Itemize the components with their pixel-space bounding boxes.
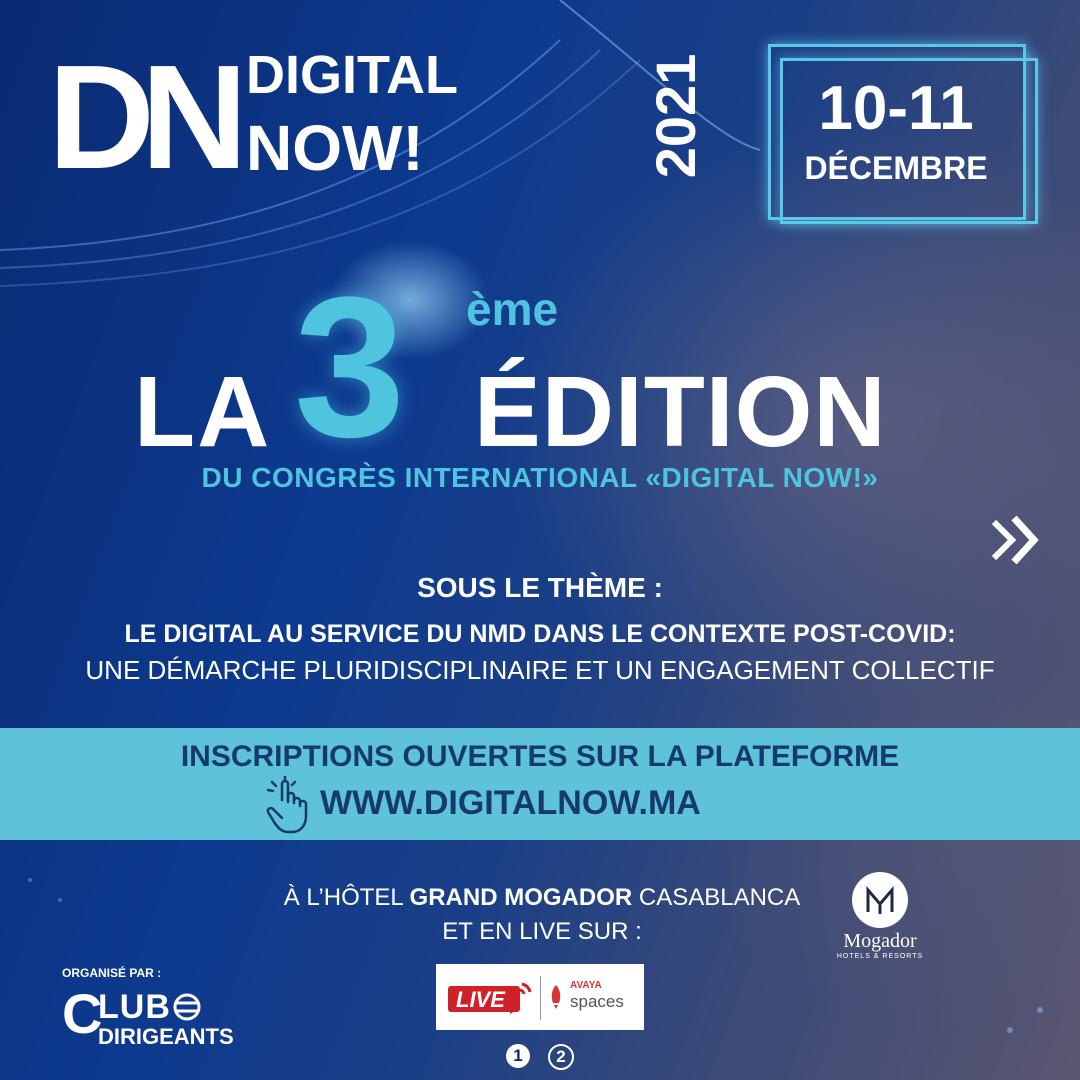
platform-number-1: 1 xyxy=(506,1044,530,1068)
live-logo: LIVE xyxy=(448,982,532,1014)
avaya-brand: AVAYA xyxy=(570,980,602,991)
club-initial: C xyxy=(62,982,103,1045)
logo-word-now: NOW! xyxy=(246,112,424,184)
theme-line-2: UNE DÉMARCHE PLURIDISCIPLINAIRE ET UN EN… xyxy=(85,655,995,685)
theme-heading: SOUS LE THÈME : xyxy=(417,572,663,603)
live-logo-text: LIVE xyxy=(456,987,506,1012)
venue-hotel: GRAND MOGADOR xyxy=(409,884,633,911)
logo-word-digital: DIGITAL xyxy=(246,45,458,105)
edition-word: ÉDITION xyxy=(474,356,887,468)
panel-divider xyxy=(540,976,541,1020)
mogador-emblem-icon xyxy=(852,872,908,928)
venue-prefix: À L’HÔTEL xyxy=(283,884,403,911)
event-year: 2021 xyxy=(644,53,707,179)
logo-mark: DN xyxy=(48,35,248,200)
avaya-spaces-label: spaces xyxy=(570,992,624,1011)
venue-city: CASABLANCA xyxy=(638,884,801,911)
edition-subtitle: DU CONGRÈS INTERNATIONAL «DIGITAL NOW!» xyxy=(201,462,879,493)
rocket-icon xyxy=(551,985,561,1009)
mogador-name: Mogador xyxy=(843,930,917,952)
live-platforms-panel: LIVE AVAYA spaces xyxy=(436,964,644,1030)
edition-article: LA xyxy=(134,356,272,468)
registration-text: INSCRIPTIONS OUVERTES SUR LA PLATEFORME xyxy=(180,740,900,773)
chevron-right-icon xyxy=(991,515,1039,565)
mogador-tagline: HOTELS & RESORTS xyxy=(836,953,924,960)
mogador-logo: Mogador HOTELS & RESORTS xyxy=(830,872,930,960)
platform-number-2: 2 xyxy=(548,1044,574,1070)
event-month: DÉCEMBRE xyxy=(804,150,988,186)
live-text: ET EN LIVE SUR : xyxy=(442,918,642,945)
club-name-1: LUB xyxy=(98,988,171,1026)
venue-line: À L’HÔTEL GRAND MOGADOR CASABLANCA xyxy=(262,884,822,912)
edition-number: 3 xyxy=(294,256,406,479)
theme-line-1: LE DIGITAL AU SERVICE DU NMD DANS LE CON… xyxy=(124,620,956,648)
pointing-hand-icon xyxy=(266,776,308,834)
organizer-label: ORGANISÉ PAR : xyxy=(62,966,162,980)
event-days: 10-11 xyxy=(818,74,974,143)
edition-ordinal-suffix: ème xyxy=(466,283,559,335)
registration-url-link[interactable]: WWW.DIGITALNOW.MA xyxy=(320,784,701,823)
globe-icon xyxy=(173,993,201,1021)
club-name-2: DIRIGEANTS xyxy=(98,1024,234,1049)
